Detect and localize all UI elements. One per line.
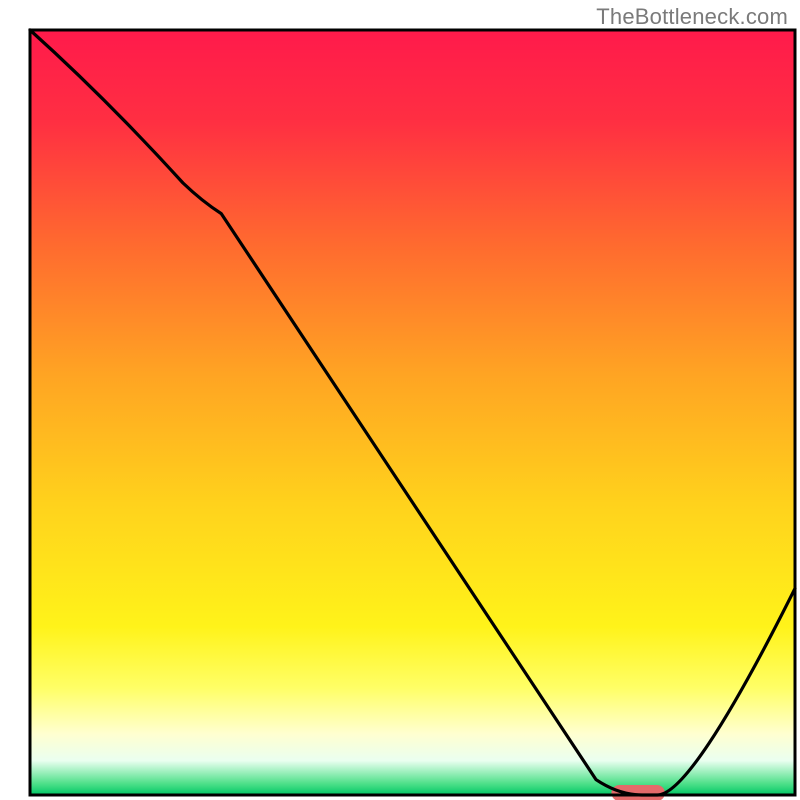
bottleneck-chart (0, 0, 800, 800)
chart-stage: TheBottleneck.com (0, 0, 800, 800)
plot-area (30, 30, 795, 795)
